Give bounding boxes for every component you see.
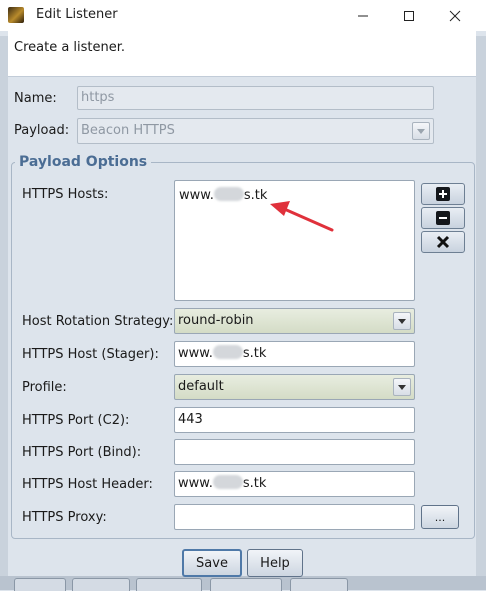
help-button[interactable]: Help <box>247 549 303 577</box>
background-tab <box>210 578 282 591</box>
name-label: Name: <box>14 91 57 106</box>
port-c2-field[interactable]: 443 <box>174 407 415 433</box>
background-app-left <box>0 36 8 590</box>
app-icon <box>8 7 24 23</box>
stager-value-suffix: s.tk <box>242 346 267 361</box>
rotation-label: Host Rotation Strategy: <box>22 314 174 329</box>
payload-options-title: Payload Options <box>15 154 152 170</box>
banner-text: Create a listener. <box>14 40 126 55</box>
save-button[interactable]: Save <box>182 549 242 577</box>
payload-label: Payload: <box>14 123 70 138</box>
rotation-select-value: round-robin <box>178 313 254 328</box>
rotation-select[interactable]: round-robin <box>174 308 415 334</box>
payload-select[interactable]: Beacon HTTPS <box>77 118 434 144</box>
https-hosts-label: HTTPS Hosts: <box>22 187 109 202</box>
stager-label: HTTPS Host (Stager): <box>22 347 159 362</box>
minimize-icon <box>358 15 368 16</box>
maximize-button[interactable] <box>386 0 432 31</box>
chevron-down-icon <box>393 378 411 396</box>
proxy-settings-button[interactable]: ... <box>421 505 459 529</box>
port-bind-field[interactable] <box>174 439 415 465</box>
close-button[interactable] <box>432 0 478 31</box>
redaction-blur <box>212 475 243 489</box>
background-app-bottom <box>0 576 486 591</box>
background-tab <box>72 578 130 591</box>
window-title: Edit Listener <box>36 7 118 22</box>
background-tab <box>136 578 202 591</box>
remove-host-button[interactable] <box>421 207 465 229</box>
redaction-blur <box>213 187 244 201</box>
maximize-icon <box>404 10 414 21</box>
host-header-value-prefix: www. <box>178 476 213 491</box>
port-c2-label: HTTPS Port (C2): <box>22 413 130 428</box>
background-tab <box>14 578 66 591</box>
proxy-field[interactable] <box>174 504 415 530</box>
profile-select[interactable]: default <box>174 374 415 400</box>
clear-hosts-button[interactable] <box>421 231 465 253</box>
chevron-down-icon <box>412 122 430 140</box>
profile-label: Profile: <box>22 380 67 395</box>
minimize-button[interactable] <box>340 0 386 31</box>
background-app-right <box>476 36 486 590</box>
stager-field[interactable]: www. s.tk <box>174 341 415 367</box>
plus-icon <box>436 187 450 201</box>
close-icon <box>449 10 461 21</box>
payload-select-value: Beacon HTTPS <box>81 123 175 138</box>
https-hosts-value-prefix: www. <box>179 188 214 203</box>
host-header-label: HTTPS Host Header: <box>22 477 153 492</box>
proxy-label: HTTPS Proxy: <box>22 510 107 525</box>
stager-value-prefix: www. <box>178 346 213 361</box>
background-tab <box>290 578 348 591</box>
clear-x-icon <box>436 235 450 249</box>
host-header-value-suffix: s.tk <box>242 476 267 491</box>
profile-select-value: default <box>178 379 224 394</box>
host-header-field[interactable]: www. s.tk <box>174 471 415 497</box>
name-field[interactable]: https <box>77 86 434 110</box>
chevron-down-icon <box>393 312 411 330</box>
minus-icon <box>436 211 450 225</box>
annotation-arrow-icon <box>270 201 334 232</box>
port-bind-label: HTTPS Port (Bind): <box>22 445 142 460</box>
add-host-button[interactable] <box>421 183 465 205</box>
redaction-blur <box>212 345 243 359</box>
